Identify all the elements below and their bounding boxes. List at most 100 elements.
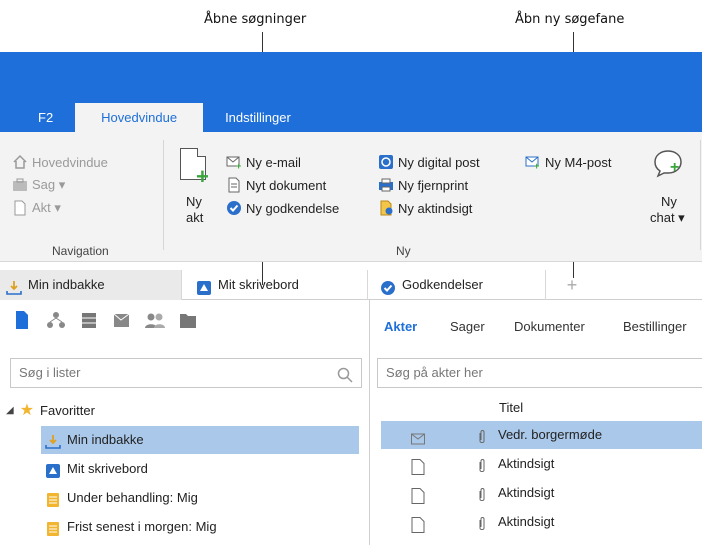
tree-item-min-indbakke[interactable]: Min indbakke [41, 426, 359, 454]
m4-post-icon: + [525, 154, 541, 171]
subtab-akter[interactable]: Akter [384, 319, 417, 334]
document-icon [411, 515, 425, 533]
email-icon: + [226, 154, 242, 171]
table-row[interactable]: Aktindsigt [381, 450, 702, 478]
row-title: Aktindsigt [498, 514, 555, 529]
row-title: Aktindsigt [498, 485, 555, 500]
svg-text:+: + [236, 161, 241, 170]
ribbon-separator-right [700, 140, 701, 250]
new-akt-line2: akt [186, 210, 204, 225]
search-akter-input[interactable]: Søg på akter her [377, 358, 702, 388]
ny-group-label: Ny [396, 244, 411, 258]
new-chat-button[interactable]: + Ny chat ▾ [648, 142, 698, 232]
document-icon [12, 200, 28, 216]
subtab-dokumenter[interactable]: Dokumenter [514, 319, 585, 334]
chat-icon: + [652, 148, 684, 181]
search-akter-placeholder: Søg på akter her [386, 365, 483, 380]
row-title: Vedr. borgermøde [498, 427, 603, 442]
table-row[interactable]: Aktindsigt [381, 479, 702, 507]
mail-icon [411, 428, 425, 445]
nav-hovedvindue[interactable]: Hovedvindue [12, 154, 108, 170]
toolbar-list-icon[interactable] [82, 313, 96, 328]
new-m4-post-button[interactable]: + Ny M4-post [525, 154, 612, 171]
desktop-icon [45, 461, 61, 478]
search-lists-placeholder: Søg i lister [19, 365, 81, 380]
callout-open-searches: Åbne søgninger [204, 12, 307, 27]
toolbar-mail-icon[interactable] [113, 313, 130, 327]
document-icon [411, 457, 425, 475]
toolbar-folder-icon[interactable] [180, 314, 196, 328]
doctab-godkendelser-label: Godkendelser [402, 277, 483, 292]
toolbar-tree-icon[interactable] [47, 312, 65, 328]
approval-tab-icon [380, 277, 396, 295]
tree-item-under-behandling[interactable]: Under behandling: Mig [0, 484, 370, 512]
doctab-mit-skrivebord[interactable]: Mit skrivebord [190, 270, 368, 300]
tab-f2[interactable]: F2 [0, 103, 75, 132]
tree-item-label: Mit skrivebord [67, 461, 148, 476]
new-digital-post-button[interactable]: Ny digital post [378, 154, 480, 170]
left-pane: Søg i lister ◢ ★ Favoritter Min indbakke… [0, 300, 370, 545]
toolbar-document-icon[interactable] [16, 311, 28, 329]
home-icon [12, 154, 28, 170]
column-header-titel[interactable]: Titel [499, 400, 523, 415]
new-doc-icon [226, 177, 242, 193]
left-toolbar [14, 310, 274, 330]
tree-item-label: Frist senest i morgen: Mig [67, 519, 217, 534]
favorites-label: Favoritter [40, 403, 95, 418]
new-remote-print-button[interactable]: Ny fjernprint [378, 177, 468, 193]
ribbon-tabs: F2 Hovedvindue Indstillinger [0, 103, 313, 132]
new-remote-print-label: Ny fjernprint [398, 177, 469, 193]
new-digital-post-label: Ny digital post [398, 154, 480, 170]
plus-tab-icon: + [566, 275, 578, 295]
collapse-arrow-icon[interactable]: ◢ [6, 397, 14, 425]
desktop-icon [196, 277, 212, 295]
svg-text:+: + [534, 161, 539, 170]
doctab-godkendelser[interactable]: Godkendelser [374, 270, 546, 300]
ribbon: Hovedvindue Sag ▾ Akt ▾ Navigation + Ny … [0, 132, 702, 262]
tab-indstillinger[interactable]: Indstillinger [203, 103, 313, 132]
digital-post-icon [378, 154, 394, 170]
callout-open-new-search-tab: Åbn ny søgefane [515, 12, 625, 27]
nav-sag-label: Sag ▾ [32, 177, 66, 192]
new-approval-button[interactable]: Ny godkendelse [226, 200, 339, 216]
access-request-icon [378, 200, 394, 216]
table-row[interactable]: Aktindsigt [381, 508, 702, 536]
tab-hovedvindue[interactable]: Hovedvindue [75, 103, 204, 132]
nav-hovedvindue-label: Hovedvindue [32, 154, 108, 170]
doctab-min-indbakke[interactable]: Min indbakke [0, 270, 182, 300]
new-document-label: Nyt dokument [246, 177, 327, 193]
star-icon: ★ [19, 402, 35, 419]
print-icon [378, 177, 394, 193]
new-akt-button[interactable]: + Ny akt [176, 142, 216, 227]
list-icon [45, 490, 61, 507]
plus-icon: + [196, 164, 209, 189]
subtab-sager[interactable]: Sager [450, 319, 485, 334]
doctab-min-indbakke-label: Min indbakke [28, 277, 105, 292]
new-search-tab-button[interactable]: + [560, 270, 584, 300]
new-m4-post-label: Ny M4-post [545, 154, 612, 170]
nav-akt[interactable]: Akt ▾ [12, 200, 61, 216]
inbox-icon [6, 277, 22, 295]
tree-favorites[interactable]: ◢ ★ Favoritter [0, 397, 370, 425]
case-icon [12, 177, 28, 193]
new-access-request-button[interactable]: Ny aktindsigt [378, 200, 472, 216]
tree-item-label: Under behandling: Mig [67, 490, 198, 505]
navigation-group-label: Navigation [52, 244, 109, 258]
tree-item-frist-senest[interactable]: Frist senest i morgen: Mig [0, 513, 370, 541]
list-icon [45, 519, 61, 536]
new-email-button[interactable]: + Ny e-mail [226, 154, 301, 171]
search-lists-input[interactable]: Søg i lister [10, 358, 362, 388]
new-document-button[interactable]: Nyt dokument [226, 177, 326, 193]
table-row[interactable]: Vedr. borgermøde [381, 421, 702, 449]
tree-item-mit-skrivebord[interactable]: Mit skrivebord [0, 455, 370, 483]
inbox-icon [45, 432, 61, 449]
nav-akt-label: Akt ▾ [32, 200, 61, 215]
subtab-bestillinger[interactable]: Bestillinger [623, 319, 687, 334]
row-title: Aktindsigt [498, 456, 555, 471]
toolbar-users-icon[interactable] [145, 313, 165, 329]
search-icon[interactable] [337, 365, 353, 393]
paperclip-icon [477, 513, 487, 541]
nav-sag[interactable]: Sag ▾ [12, 177, 65, 193]
new-email-label: Ny e-mail [246, 154, 301, 170]
ribbon-separator [163, 140, 164, 250]
